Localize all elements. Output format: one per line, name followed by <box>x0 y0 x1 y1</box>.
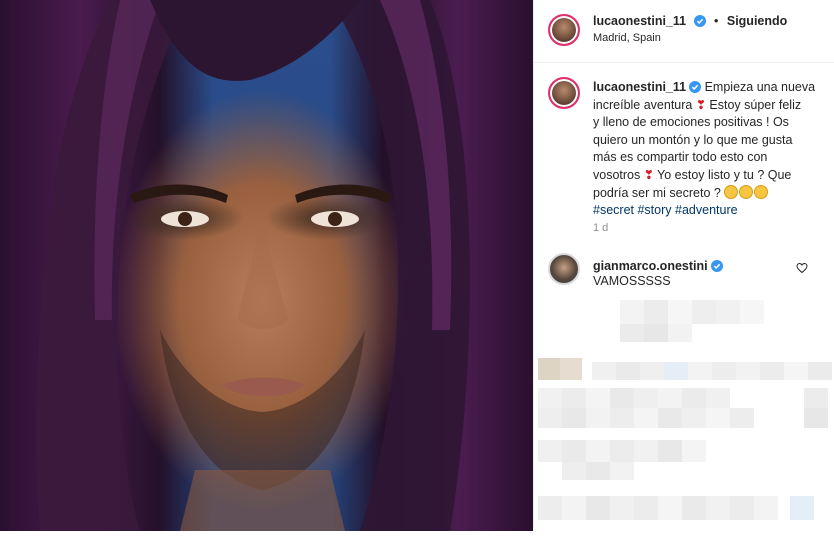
author-avatar[interactable] <box>548 14 580 46</box>
caption-avatar[interactable] <box>548 77 580 109</box>
heart-exclamation-emoji: ❣ <box>695 97 706 112</box>
author-username[interactable]: lucaonestini_11 <box>593 14 686 28</box>
hashtag-link[interactable]: #adventure <box>675 203 738 217</box>
separator-dot: • <box>714 14 719 28</box>
caption-line: más es compartir todo esto con <box>593 150 768 165</box>
grimace-face-emoji <box>724 184 739 199</box>
comment-text: VAMOSSSSS <box>593 274 671 288</box>
post-photo[interactable] <box>0 0 533 531</box>
post-side-panel: lucaonestini_11 • Siguiendo Madrid, Spai… <box>534 0 834 531</box>
post-location[interactable]: Madrid, Spain <box>593 32 661 44</box>
commenter-avatar[interactable] <box>548 253 580 285</box>
caption-line: Yo estoy listo y tu ? Que <box>657 167 792 182</box>
caption-line: increíble aventura <box>593 97 693 112</box>
caption-line: podría ser mi secreto ? <box>593 185 721 200</box>
caption-text: lucaonestini_11 Empieza una nueva increí… <box>593 79 825 220</box>
heart-outline-icon[interactable] <box>796 262 808 274</box>
caption-line: Estoy súper feliz <box>709 97 802 112</box>
post-header: lucaonestini_11 • Siguiendo Madrid, Spai… <box>534 0 834 63</box>
blurred-comments <box>534 300 834 531</box>
verified-badge-icon <box>710 260 723 272</box>
smirk-face-emoji <box>754 184 769 199</box>
verified-badge-icon <box>693 15 706 27</box>
caption-line: quiero un montón y lo que me gusta <box>593 132 793 147</box>
caption-line: Empieza una nueva <box>704 80 816 94</box>
heart-exclamation-emoji: ❣ <box>643 167 654 182</box>
verified-badge-icon <box>689 81 702 93</box>
hashtag-link[interactable]: #story <box>637 203 671 217</box>
commenter-username[interactable]: gianmarco.onestini <box>593 259 708 273</box>
caption-line: y lleno de emociones positivas ! Os <box>593 115 789 130</box>
hashtag-link[interactable]: #secret <box>593 203 634 217</box>
wink-kiss-face-emoji <box>739 184 754 199</box>
pixelation-mosaic <box>538 300 832 520</box>
post-age[interactable]: 1 d <box>593 222 608 234</box>
caption-line: vosotros <box>593 167 641 182</box>
comment-item: gianmarco.onestini VAMOSSSSS <box>534 245 834 295</box>
following-button[interactable]: Siguiendo <box>727 14 787 28</box>
caption-username[interactable]: lucaonestini_11 <box>593 80 686 94</box>
portrait-illustration <box>36 0 470 531</box>
